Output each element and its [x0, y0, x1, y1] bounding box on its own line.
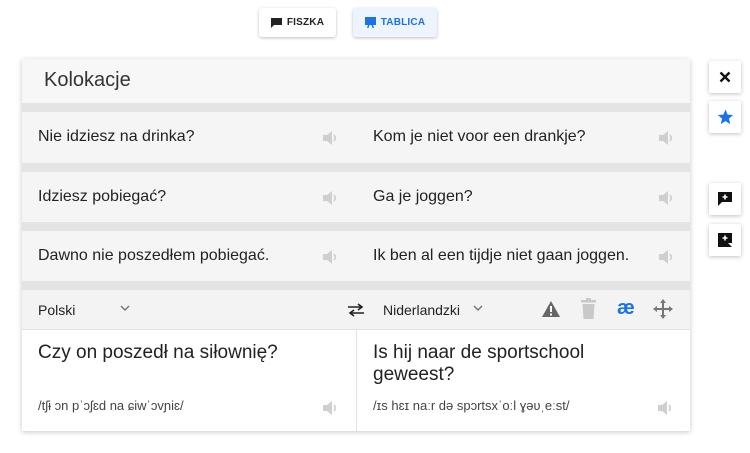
row-source-text: Dawno nie poszedłem pobiegać. [38, 247, 270, 264]
card-title: Kolokacje [44, 69, 131, 91]
row-target-text: Kom je niet voor een drankje? [373, 128, 586, 145]
row-divider [22, 222, 690, 231]
tab-tablica-label: TABLICA [380, 17, 426, 28]
add-comment-button[interactable] [709, 183, 741, 215]
close-button[interactable] [709, 61, 741, 93]
card-icon [270, 17, 282, 28]
target-language-select[interactable]: Niderlandzki [383, 302, 460, 318]
collocation-row[interactable]: Nie idziesz na drinka? Kom je niet voor … [22, 103, 690, 163]
add-comment-icon [718, 192, 732, 206]
source-ipa: /tʃɨ ɔn pˈɔʃɛd na ɕiwˈɔvɲiɛ/ [38, 398, 184, 413]
tab-tablica[interactable]: TABLICA [353, 8, 437, 37]
speaker-icon[interactable] [322, 190, 340, 206]
translation-toolbar: Polski Niderlandzki æ [22, 281, 690, 330]
collocation-row[interactable]: Idziesz pobiegać? Ga je joggen? [22, 163, 690, 223]
speaker-icon[interactable] [322, 130, 340, 146]
card-header: Kolokacje [22, 59, 690, 103]
row-target-text: Ik ben al een tijdje niet gaan joggen. [373, 247, 630, 264]
phonetic-toggle-button[interactable]: æ [617, 297, 635, 320]
tab-fiszka-label: FISZKA [286, 17, 325, 28]
speaker-icon[interactable] [658, 249, 676, 265]
add-comment-button[interactable] [709, 224, 741, 256]
favorite-button[interactable] [709, 101, 741, 133]
target-text[interactable]: Is hij naar de sportschool geweest? [373, 342, 643, 386]
warning-icon[interactable] [541, 300, 561, 318]
speaker-icon[interactable] [657, 400, 675, 416]
add-comment-icon [718, 233, 732, 247]
swap-arrows-icon[interactable] [347, 303, 365, 317]
collocation-row[interactable]: Dawno nie poszedłem pobiegać. Ik ben al … [22, 222, 690, 282]
source-text[interactable]: Czy on poszedł na siłownię? [38, 342, 278, 364]
board-icon [364, 17, 376, 28]
toolbar-divider [22, 281, 690, 290]
speaker-icon[interactable] [322, 400, 340, 416]
row-divider [22, 103, 690, 112]
row-target-text: Ga je joggen? [373, 188, 473, 205]
chevron-down-icon[interactable] [473, 305, 483, 312]
close-icon [719, 71, 731, 83]
trash-icon[interactable] [580, 298, 597, 319]
tab-fiszka[interactable]: FISZKA [259, 8, 336, 37]
row-source-text: Nie idziesz na drinka? [38, 128, 195, 145]
speaker-icon[interactable] [658, 130, 676, 146]
target-editor[interactable]: Is hij naar de sportschool geweest? /ɪs … [357, 330, 690, 431]
row-divider [22, 163, 690, 172]
move-arrows-icon[interactable] [653, 299, 673, 319]
collocations-card: Kolokacje Nie idziesz na drinka? Kom je … [22, 59, 690, 431]
speaker-icon[interactable] [658, 190, 676, 206]
target-ipa: /ɪs hɛɪ naːr də spɔrtsxˈoːl ɣəʋˌeːst/ [373, 398, 570, 413]
chevron-down-icon[interactable] [120, 305, 130, 312]
star-icon [717, 109, 733, 125]
source-editor[interactable]: Czy on poszedł na siłownię? /tʃɨ ɔn pˈɔʃ… [22, 330, 357, 431]
speaker-icon[interactable] [322, 249, 340, 265]
source-language-select[interactable]: Polski [38, 302, 75, 318]
row-source-text: Idziesz pobiegać? [38, 188, 167, 205]
